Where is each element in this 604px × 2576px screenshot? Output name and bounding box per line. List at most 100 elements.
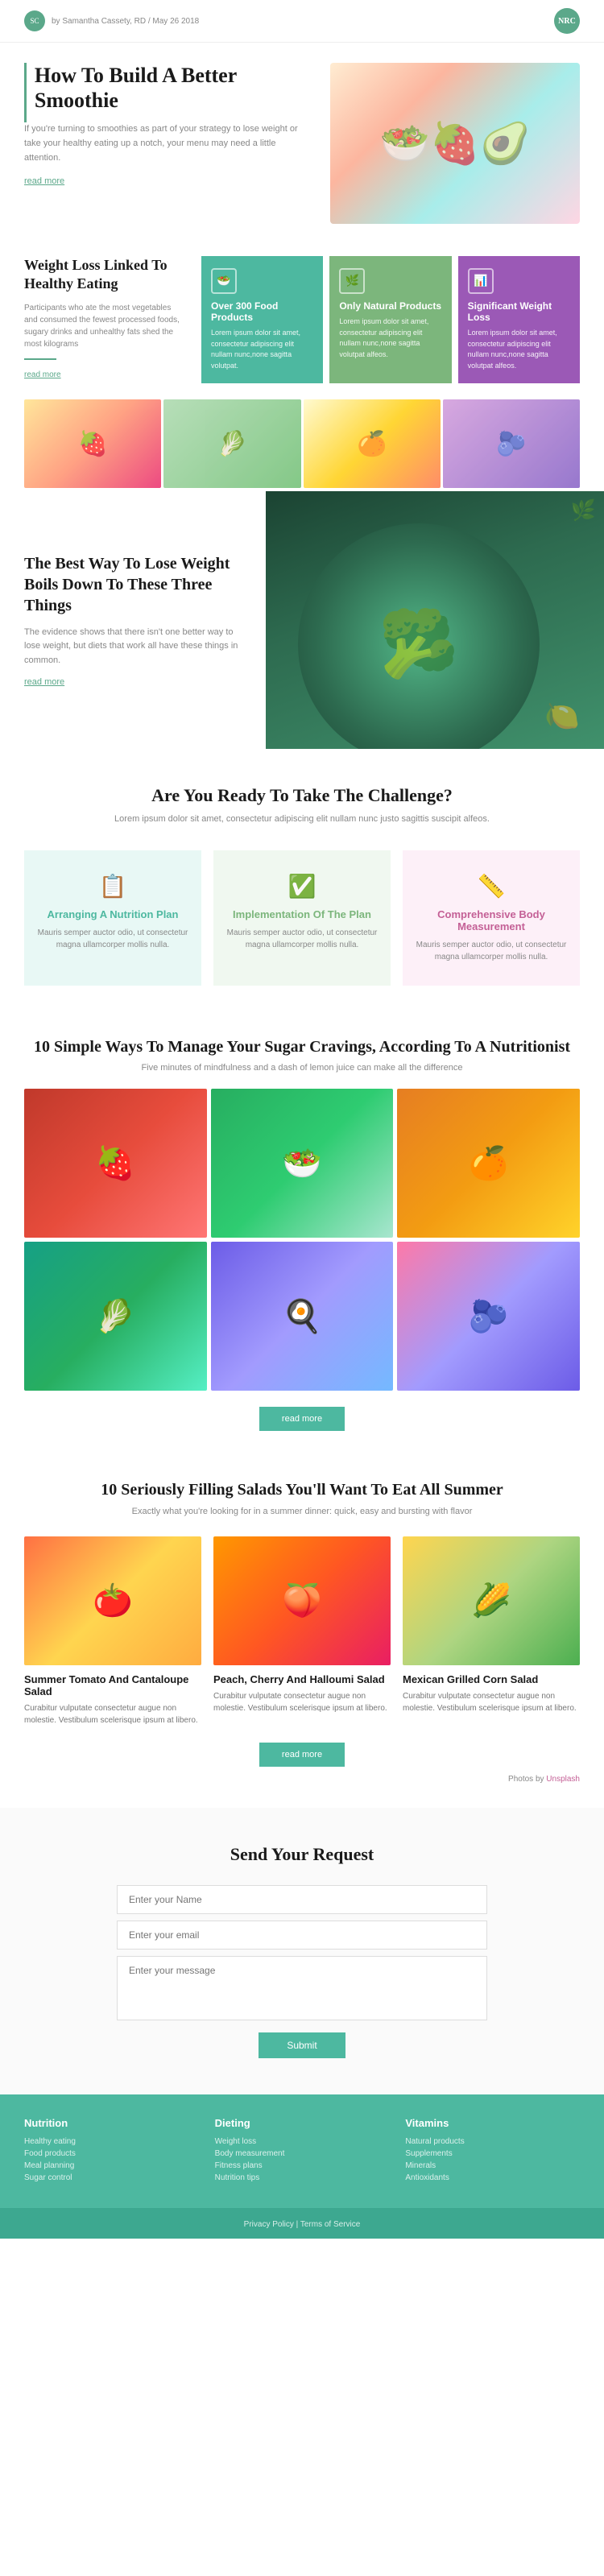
sugar-subtitle: Five minutes of mindfulness and a dash o…	[24, 1063, 580, 1073]
best-way-title: The Best Way To Lose Weight Boils Down T…	[24, 553, 242, 616]
weight-cards: 🥗 Over 300 Food Products Lorem ipsum dol…	[201, 256, 580, 383]
email-input[interactable]	[117, 1921, 487, 1950]
photos-link[interactable]: Unsplash	[546, 1775, 580, 1784]
footer-link-3-4[interactable]: Antioxidants	[405, 2173, 580, 2182]
footer-bottom: Privacy Policy | Terms of Service	[0, 2208, 604, 2239]
footer-col-3: Vitamins Natural products Supplements Mi…	[405, 2117, 580, 2185]
salad-item-1: 🍅 Summer Tomato And Cantaloupe Salad Cur…	[24, 1536, 201, 1726]
footer-link-2-1[interactable]: Weight loss	[215, 2137, 390, 2146]
footer-link-1-3[interactable]: Meal planning	[24, 2161, 199, 2170]
food-photos-row: 🍓 🥬 🍊 🫐	[0, 399, 604, 488]
name-input[interactable]	[117, 1885, 487, 1914]
sugar-img-3: 🍊	[397, 1089, 580, 1238]
salad-desc-2: Curabitur vulputate consectetur augue no…	[213, 1690, 391, 1714]
implementation-icon: ✅	[225, 873, 379, 900]
weight-loss-section: Weight Loss Linked To Healthy Eating Par…	[0, 240, 604, 399]
salad-img-2: 🍑	[213, 1536, 391, 1665]
footer-title-2: Dieting	[215, 2117, 390, 2129]
implementation-card-title: Implementation Of The Plan	[225, 908, 379, 920]
footer-link-1-2[interactable]: Food products	[24, 2149, 199, 2158]
footer-link-2-4[interactable]: Nutrition tips	[215, 2173, 390, 2182]
challenge-subtitle: Lorem ipsum dolor sit amet, consectetur …	[24, 812, 580, 826]
measurement-card-text: Mauris semper auctor odio, ut consectetu…	[415, 939, 568, 963]
site-header: SC by Samantha Cassety, RD / May 26 2018…	[0, 0, 604, 43]
challenge-cards: 📋 Arranging A Nutrition Plan Mauris semp…	[24, 850, 580, 986]
best-way-read-more[interactable]: read more	[24, 677, 242, 687]
submit-button[interactable]: Submit	[259, 2032, 345, 2058]
sugar-grid: 🍓 🥗 🍊 🥬 🍳 🫐	[24, 1089, 580, 1391]
logo: NRC	[554, 8, 580, 34]
sugar-img-4: 🥬	[24, 1242, 207, 1391]
food-photo-2: 🥬	[163, 399, 300, 488]
salad-img-1: 🍅	[24, 1536, 201, 1665]
footer-link-2-3[interactable]: Fitness plans	[215, 2161, 390, 2170]
salad-name-2: Peach, Cherry And Halloumi Salad	[213, 1673, 391, 1685]
weight-desc: Participants who ate the most vegetables…	[24, 302, 185, 350]
salad-desc-3: Curabitur vulputate consectetur augue no…	[403, 1690, 580, 1714]
challenge-section: Are You Ready To Take The Challenge? Lor…	[0, 749, 604, 1022]
natural-products-card: 🌿 Only Natural Products Lorem ipsum dolo…	[329, 256, 451, 383]
hero-section: How To Build A Better Smoothie If you're…	[0, 43, 604, 240]
salads-title: 10 Seriously Filling Salads You'll Want …	[24, 1479, 580, 1500]
author-text: by Samantha Cassety, RD / May 26 2018	[52, 17, 199, 26]
footer-col-1: Nutrition Healthy eating Food products M…	[24, 2117, 199, 2185]
weight-read-more[interactable]: read more	[24, 370, 61, 379]
weight-loss-card: 📊 Significant Weight Loss Lorem ipsum do…	[458, 256, 580, 383]
card2-title: Only Natural Products	[339, 300, 441, 312]
measurement-card-title: Comprehensive Body Measurement	[415, 908, 568, 932]
card3-text: Lorem ipsum dolor sit amet, consectetur …	[468, 328, 570, 371]
food-products-card: 🥗 Over 300 Food Products Lorem ipsum dol…	[201, 256, 323, 383]
nutrition-card-title: Arranging A Nutrition Plan	[36, 908, 189, 920]
hero-title: How To Build A Better Smoothie	[35, 63, 314, 113]
message-textarea[interactable]	[117, 1956, 487, 2020]
best-way-section: The Best Way To Lose Weight Boils Down T…	[0, 491, 604, 749]
contact-form: Submit	[117, 1885, 487, 2058]
footer-link-3-2[interactable]: Supplements	[405, 2149, 580, 2158]
card2-icon: 🌿	[339, 268, 365, 294]
nutrition-card-text: Mauris semper auctor odio, ut consectetu…	[36, 927, 189, 951]
footer-link-1-1[interactable]: Healthy eating	[24, 2137, 199, 2146]
best-way-image: 🥦 🌿 🍋	[266, 491, 604, 749]
footer-bottom-text: Privacy Policy | Terms of Service	[244, 2220, 361, 2229]
sugar-img-5: 🍳	[211, 1242, 394, 1391]
salads-read-more-button[interactable]: read more	[259, 1743, 345, 1767]
avatar: SC	[24, 10, 45, 31]
salads-header: 10 Seriously Filling Salads You'll Want …	[24, 1479, 580, 1516]
implementation-card-text: Mauris semper auctor odio, ut consectetu…	[225, 927, 379, 951]
contact-title: Send Your Request	[24, 1844, 580, 1865]
salad-img-3: 🌽	[403, 1536, 580, 1665]
nutrition-plan-card: 📋 Arranging A Nutrition Plan Mauris semp…	[24, 850, 201, 986]
challenge-title: Are You Ready To Take The Challenge?	[24, 785, 580, 806]
sugar-title: 10 Simple Ways To Manage Your Sugar Crav…	[24, 1038, 580, 1056]
hero-content: How To Build A Better Smoothie If you're…	[24, 63, 314, 224]
salad-desc-1: Curabitur vulputate consectetur augue no…	[24, 1702, 201, 1726]
underline-accent	[24, 358, 56, 360]
footer-link-3-3[interactable]: Minerals	[405, 2161, 580, 2170]
salads-section: 10 Seriously Filling Salads You'll Want …	[0, 1455, 604, 1808]
footer-link-1-4[interactable]: Sugar control	[24, 2173, 199, 2182]
salads-grid: 🍅 Summer Tomato And Cantaloupe Salad Cur…	[24, 1536, 580, 1726]
nutrition-icon: 📋	[36, 873, 189, 900]
footer-link-2-2[interactable]: Body measurement	[215, 2149, 390, 2158]
hero-image: 🥗🍓🥑	[330, 63, 580, 224]
card1-title: Over 300 Food Products	[211, 300, 313, 323]
hero-accent-bar	[24, 63, 27, 122]
implementation-card: ✅ Implementation Of The Plan Mauris semp…	[213, 850, 391, 986]
weight-title: Weight Loss Linked To Healthy Eating	[24, 256, 185, 294]
footer-link-3-1[interactable]: Natural products	[405, 2137, 580, 2146]
card2-text: Lorem ipsum dolor sit amet, consectetur …	[339, 316, 441, 360]
sugar-read-more-button[interactable]: read more	[259, 1407, 345, 1431]
hero-read-more[interactable]: read more	[24, 176, 64, 186]
hero-description: If you're turning to smoothies as part o…	[24, 122, 314, 165]
footer: Nutrition Healthy eating Food products M…	[0, 2094, 604, 2208]
food-photo-4: 🫐	[443, 399, 580, 488]
card3-title: Significant Weight Loss	[468, 300, 570, 323]
footer-title-3: Vitamins	[405, 2117, 580, 2129]
measurement-card: 📏 Comprehensive Body Measurement Mauris …	[403, 850, 580, 986]
footer-col-2: Dieting Weight loss Body measurement Fit…	[215, 2117, 390, 2185]
salad-item-2: 🍑 Peach, Cherry And Halloumi Salad Curab…	[213, 1536, 391, 1726]
author-info: SC by Samantha Cassety, RD / May 26 2018	[24, 10, 199, 31]
photos-by-text: Photos by	[508, 1775, 544, 1784]
sugar-img-2: 🥗	[211, 1089, 394, 1238]
card1-text: Lorem ipsum dolor sit amet, consectetur …	[211, 328, 313, 371]
